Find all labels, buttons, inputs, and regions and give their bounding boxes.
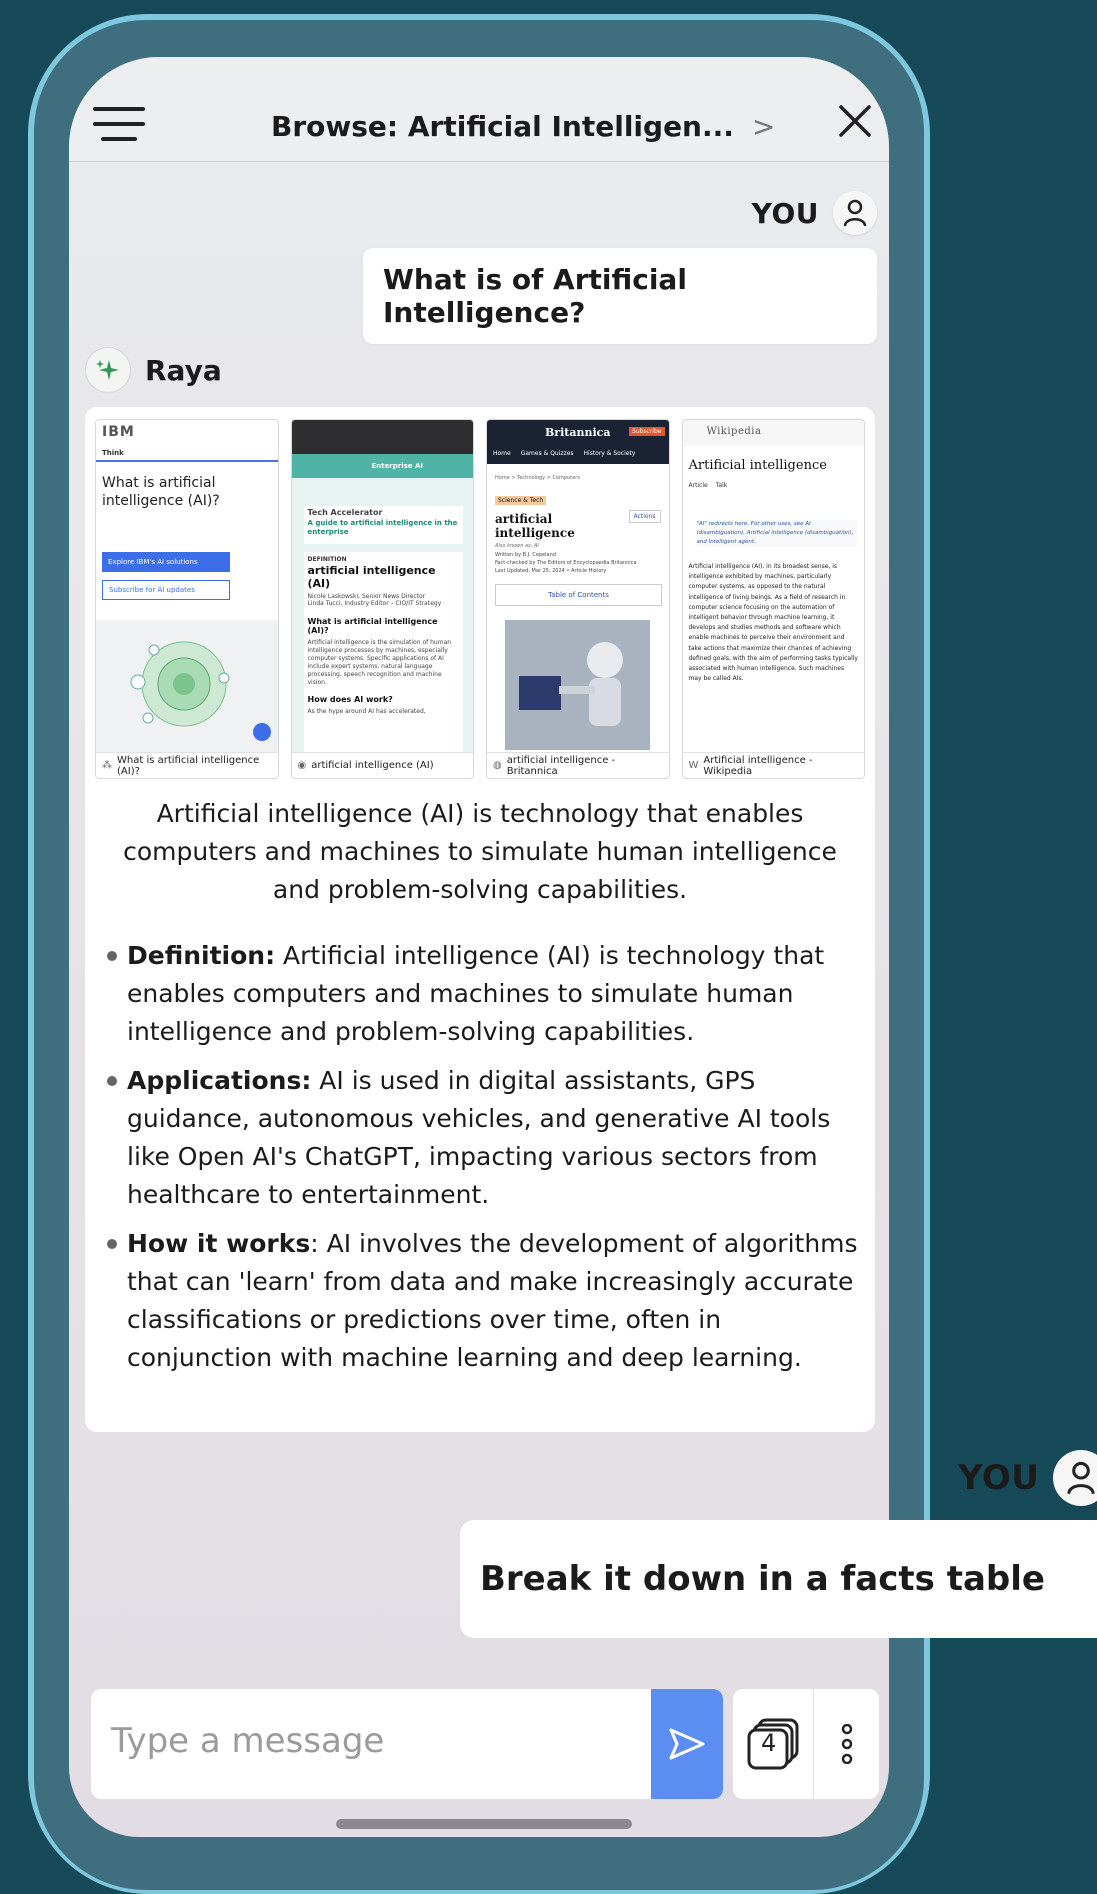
- sparkle-icon: [85, 347, 131, 393]
- techtarget-author1: Nicole Laskowski, Senior News Director: [307, 593, 426, 600]
- techtarget-definition: DEFINITION: [307, 556, 347, 563]
- user-message-text-2: Break it down in a facts table: [480, 1559, 1045, 1599]
- more-vertical-icon[interactable]: [814, 1689, 879, 1799]
- techtarget-article: DEFINITION artificial intelligence (AI) …: [303, 552, 463, 752]
- bullet-term: Definition:: [127, 941, 276, 970]
- source-title-wikipedia: Artificial intelligence - Wikipedia: [703, 754, 813, 777]
- britannica-logo: Britannica: [545, 426, 611, 439]
- techtarget-p1: Artificial intelligence is the simulatio…: [307, 639, 452, 686]
- user-header: YOU: [752, 191, 877, 235]
- answer-bullets: Definition: Artificial intelligence (AI)…: [105, 937, 860, 1388]
- techtarget-heading: artificial intelligence (AI): [307, 564, 436, 590]
- wikipedia-tab-talk: Talk: [715, 482, 728, 489]
- britannica-written: Written by B.J. Copeland: [495, 552, 556, 558]
- source-title-techtarget: artificial intelligence (AI): [311, 760, 434, 771]
- britannica-heading: artificial intelligence: [495, 512, 575, 540]
- ibm-divider: [96, 460, 278, 462]
- user-header-2: YOU: [958, 1450, 1097, 1506]
- techtarget-q2: How does AI work?: [307, 695, 393, 704]
- britannica-updated: Last Updated: Mar 25, 2024 • Article His…: [495, 568, 607, 574]
- britannica-breadcrumbs: Home > Technology > Computers: [495, 475, 580, 481]
- techtarget-status-bar: [291, 420, 473, 454]
- list-item: How it works: AI involves the developmen…: [105, 1225, 860, 1377]
- ibm-heading: What is artificial intelligence (AI)?: [102, 475, 220, 509]
- source-card-britannica[interactable]: Britannica Subscribe Home Games & Quizze…: [486, 419, 670, 779]
- britannica-nav: Home Games & Quizzes History & Society: [493, 450, 635, 457]
- user-label: YOU: [751, 196, 819, 230]
- user-avatar-icon: [1053, 1450, 1097, 1506]
- britannica-nav-history: History & Society: [583, 450, 636, 457]
- ibm-subscribe-button: Subscribe for AI updates: [102, 580, 230, 600]
- source-footer-wikipedia: W Artificial intelligence - Wikipedia: [682, 752, 864, 778]
- list-item: Definition: Artificial intelligence (AI)…: [105, 937, 860, 1051]
- ibm-section: Think: [102, 449, 124, 457]
- hamburger-icon[interactable]: [93, 107, 147, 143]
- list-item: Applications: AI is used in digital assi…: [105, 1062, 860, 1214]
- techtarget-accelerator-box: Tech Accelerator A guide to artificial i…: [303, 506, 463, 544]
- source-title-britannica: artificial intelligence - Britannica: [506, 754, 616, 777]
- wikipedia-tabs: Article Talk: [689, 482, 728, 489]
- ibm-logo: IBM: [102, 424, 135, 440]
- wikipedia-heading: Artificial intelligence: [688, 458, 827, 473]
- britannica-nav-home: Home: [493, 450, 511, 457]
- tabs-button[interactable]: 4: [733, 1689, 814, 1799]
- techtarget-author2: Linda Tucci, Industry Editor – CIO/IT St…: [307, 600, 442, 607]
- browse-title: Browse: Artificial Intelligen...: [271, 109, 734, 143]
- close-icon[interactable]: [835, 101, 875, 141]
- source-card-techtarget[interactable]: Enterprise AI Tech Accelerator A guide t…: [290, 419, 474, 779]
- browse-title-button[interactable]: Browse: Artificial Intelligen... >: [271, 103, 775, 149]
- britannica-fact: Fact-checked by The Editors of Encyclopa…: [495, 560, 637, 566]
- user-message-text: What is of Artificial Intelligence?: [383, 263, 687, 329]
- home-indicator[interactable]: [336, 1819, 632, 1829]
- user-avatar-icon: [833, 191, 877, 235]
- bullet-term: How it works: [127, 1229, 311, 1258]
- send-button[interactable]: [651, 1689, 723, 1799]
- wikipedia-tab-article: Article: [688, 482, 708, 489]
- chat-header: Browse: Artificial Intelligen... >: [69, 57, 889, 162]
- send-icon: [669, 1728, 705, 1760]
- source-footer-ibm: ⁂ What is artificial intelligence (AI)?: [96, 752, 278, 778]
- source-card-wikipedia[interactable]: Wikipedia Artificial intelligence Articl…: [681, 419, 865, 779]
- britannica-actions: Actions: [628, 510, 661, 523]
- composer-tools: 4: [733, 1689, 879, 1799]
- techtarget-kicker: Tech Accelerator: [307, 508, 383, 517]
- assistant-header: Raya: [85, 347, 222, 393]
- user-message-bubble-2: Break it down in a facts table: [460, 1520, 1097, 1638]
- techtarget-nav: Enterprise AI: [291, 454, 473, 478]
- britannica-nav-games: Games & Quizzes: [520, 450, 574, 457]
- user-message-bubble: What is of Artificial Intelligence?: [363, 248, 877, 344]
- wikipedia-hatnote: "AI" redirects here. For other uses, see…: [696, 520, 857, 547]
- answer-intro: Artificial intelligence (AI) is technolo…: [123, 799, 837, 904]
- assistant-answer-card: IBM Think What is artificial intelligenc…: [85, 407, 875, 1432]
- britannica-topbar: Britannica Subscribe Home Games & Quizze…: [487, 420, 669, 464]
- britannica-also: Also known as: AI: [495, 543, 539, 549]
- user-label: YOU: [958, 1458, 1040, 1498]
- assistant-name: Raya: [145, 353, 222, 387]
- tabs-count: 4: [761, 1729, 777, 1757]
- source-title-ibm: What is artificial intelligence (AI)?: [117, 754, 260, 777]
- britannica-toc: Table of Contents: [495, 584, 662, 606]
- source-footer-britannica: ◍ artificial intelligence - Britannica: [487, 752, 669, 778]
- bullet-term: Applications:: [127, 1066, 312, 1095]
- message-input[interactable]: Type a message: [91, 1689, 651, 1799]
- britannica-robot-image: [505, 620, 650, 750]
- source-card-ibm[interactable]: IBM Think What is artificial intelligenc…: [95, 419, 279, 779]
- ibm-explore-button: Explore IBM's AI solutions: [102, 552, 230, 572]
- message-placeholder: Type a message: [111, 1721, 385, 1761]
- ibm-illustration: [96, 620, 278, 752]
- britannica-subscribe: Subscribe: [629, 427, 665, 436]
- wikipedia-logo: Wikipedia: [706, 426, 762, 437]
- source-cards: IBM Think What is artificial intelligenc…: [95, 419, 865, 779]
- techtarget-p2: As the hype around AI has accelerated,: [307, 708, 426, 715]
- source-footer-techtarget: ◉ artificial intelligence (AI): [291, 752, 473, 778]
- britannica-tag: Science & Tech: [495, 496, 547, 505]
- wikipedia-body: Artificial intelligence (AI), in its bro…: [688, 563, 858, 683]
- chevron-right-icon: >: [751, 109, 776, 143]
- techtarget-q1: What is artificial intelligence (AI)?: [307, 617, 438, 635]
- techtarget-link: A guide to artificial intelligence in th…: [307, 519, 458, 536]
